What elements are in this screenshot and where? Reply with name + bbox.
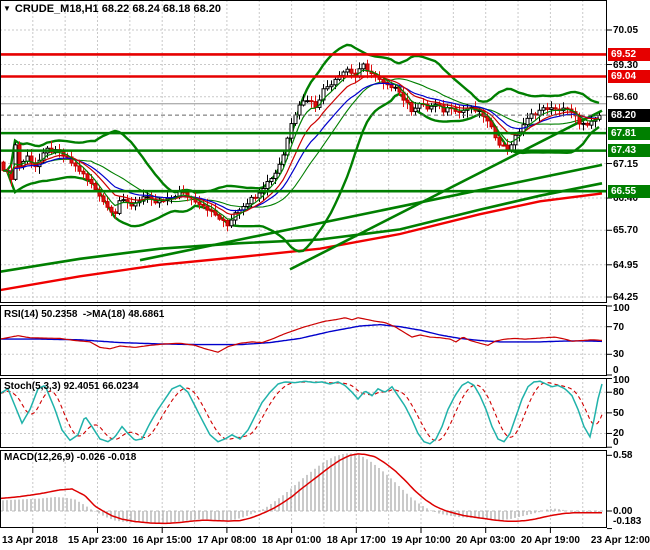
time-axis-label: 20 Apr 19:00 <box>520 535 580 546</box>
time-axis-label: 15 Apr 23:00 <box>67 535 128 546</box>
stoch-axis-tick: 100 <box>613 375 630 386</box>
price-axis-tick: 68.60 <box>613 92 639 103</box>
price-level-badge: 67.81 <box>608 126 650 140</box>
time-axis-label: 16 Apr 15:00 <box>132 535 192 546</box>
chart-canvas[interactable] <box>0 0 650 550</box>
price-axis-tick: 65.70 <box>613 225 639 236</box>
time-axis-label: 23 Apr 12:00 <box>590 535 650 546</box>
stoch-axis-tick: 50 <box>613 408 625 419</box>
current-price-badge: 68.20 <box>608 108 650 122</box>
rsi-axis-tick: 70 <box>613 322 625 333</box>
rsi-indicator-label: RSI(14) 50.2358 ->MA(18) 48.6861 <box>4 309 165 320</box>
price-level-badge: 69.52 <box>608 47 650 61</box>
rsi-axis-tick: 30 <box>613 349 625 360</box>
price-axis-tick: 67.15 <box>613 159 639 170</box>
time-axis-label: 19 Apr 10:00 <box>391 535 451 546</box>
stoch-axis-tick: 0 <box>613 437 619 448</box>
macd-axis-tick: -0.183 <box>613 516 642 527</box>
symbol-dropdown-icon[interactable]: ▼ <box>3 4 11 13</box>
ohlc-quote-label: 68.22 68.24 68.18 68.20 <box>101 3 222 15</box>
time-axis-label: 18 Apr 17:00 <box>326 535 386 546</box>
stoch-indicator-label: Stoch(5,3,3) 92.4051 66.0234 <box>4 381 139 392</box>
macd-indicator-label: MACD(12,26,9) -0.026 -0.018 <box>4 452 137 463</box>
price-axis-tick: 70.05 <box>613 25 639 36</box>
time-axis-label: 17 Apr 08:00 <box>197 535 257 546</box>
chart-title: ▼ CRUDE_M18,H1 68.22 68.24 68.18 68.20 <box>3 3 221 15</box>
chart-window: ▼ CRUDE_M18,H1 68.22 68.24 68.18 68.20 RS… <box>0 0 650 550</box>
price-axis-tick: 64.95 <box>613 260 639 271</box>
price-axis-tick: 64.25 <box>613 292 639 303</box>
stoch-axis-tick: 80 <box>613 387 625 398</box>
macd-axis-tick: 0.58 <box>613 450 633 461</box>
rsi-axis-tick: 100 <box>613 303 630 314</box>
price-level-badge: 66.55 <box>608 184 650 198</box>
price-level-badge: 69.04 <box>608 70 650 83</box>
price-level-badge: 67.43 <box>608 144 650 158</box>
symbol-period-label: CRUDE_M18,H1 <box>14 3 99 15</box>
time-axis-label: 18 Apr 01:00 <box>262 535 322 546</box>
time-axis-label: 20 Apr 03:00 <box>456 535 516 546</box>
